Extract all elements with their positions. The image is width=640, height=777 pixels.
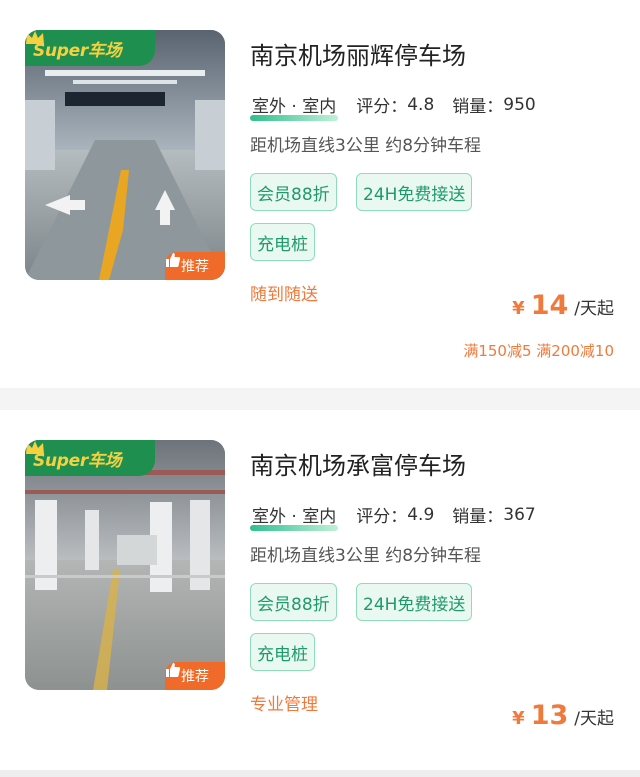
parking-lot-name[interactable]: 南京机场丽辉停车场	[250, 36, 466, 71]
price: ¥ 14 /天起	[512, 290, 614, 321]
rating-label: 评分：	[356, 97, 408, 117]
parking-lot-card[interactable]: Super车场 推荐 南京机场承富停车场 室外 · 室内 评分： 4.9 销量：…	[0, 410, 640, 770]
service-tag: 专业管理	[250, 695, 318, 715]
parking-lot-meta: 室外 · 室内 评分： 4.9 销量： 367	[250, 502, 536, 531]
recommend-label: 推荐	[181, 259, 209, 275]
lot-type-tag: 室外 · 室内	[250, 502, 339, 531]
garage-photo-illustration	[25, 30, 225, 280]
parking-lot-photo[interactable]: Super车场 推荐	[25, 30, 225, 280]
garage-photo-illustration	[25, 440, 225, 690]
super-lot-badge: Super车场	[25, 440, 155, 476]
currency-symbol: ¥	[512, 298, 525, 319]
feature-chip-shuttle: 24H免费接送	[356, 173, 473, 211]
currency-symbol: ¥	[512, 708, 525, 729]
super-lot-label: Super车场	[33, 450, 122, 471]
price-value: 14	[530, 290, 569, 321]
price: ¥ 13 /天起	[512, 700, 614, 731]
thumbs-up-icon	[166, 253, 181, 267]
feature-chip-member-discount: 会员88折	[250, 173, 337, 211]
parking-lot-card[interactable]: Super车场 推荐 南京机场丽辉停车场 室外 · 室内 评分： 4.8 销量：…	[0, 0, 640, 388]
super-lot-label: Super车场	[33, 40, 122, 61]
sales-value: 950	[503, 94, 536, 115]
rating-label: 评分：	[356, 507, 408, 527]
parking-lot-meta: 室外 · 室内 评分： 4.8 销量： 950	[250, 92, 536, 121]
card-divider	[0, 388, 640, 410]
price-value: 13	[530, 700, 569, 731]
price-unit: /天起	[574, 709, 614, 729]
feature-chip-charging: 充电桩	[250, 633, 315, 671]
crown-icon	[26, 441, 44, 454]
parking-lot-name[interactable]: 南京机场承富停车场	[250, 446, 466, 481]
parking-lot-list: Super车场 推荐 南京机场丽辉停车场 室外 · 室内 评分： 4.8 销量：…	[0, 0, 640, 777]
promotion-text: 满150减5 满200减10	[463, 342, 614, 360]
recommend-badge: 推荐	[165, 662, 225, 690]
recommend-badge: 推荐	[165, 252, 225, 280]
sales-label: 销量：	[452, 97, 504, 117]
list-bottom-edge	[0, 770, 640, 777]
sales-value: 367	[503, 504, 536, 525]
service-tag: 随到随送	[250, 285, 318, 305]
rating-value: 4.8	[407, 94, 435, 115]
super-lot-badge: Super车场	[25, 30, 155, 66]
feature-chip-charging: 充电桩	[250, 223, 315, 261]
price-unit: /天起	[574, 299, 614, 319]
lot-type-tag: 室外 · 室内	[250, 92, 339, 121]
crown-icon	[26, 31, 44, 44]
feature-chip-shuttle: 24H免费接送	[356, 583, 473, 621]
sales-label: 销量：	[452, 507, 504, 527]
feature-chip-member-discount: 会员88折	[250, 583, 337, 621]
distance-info: 距机场直线3公里 约8分钟车程	[250, 136, 482, 156]
thumbs-up-icon	[166, 663, 181, 677]
rating-value: 4.9	[407, 504, 435, 525]
distance-info: 距机场直线3公里 约8分钟车程	[250, 546, 482, 566]
parking-lot-photo[interactable]: Super车场 推荐	[25, 440, 225, 690]
recommend-label: 推荐	[181, 669, 209, 685]
